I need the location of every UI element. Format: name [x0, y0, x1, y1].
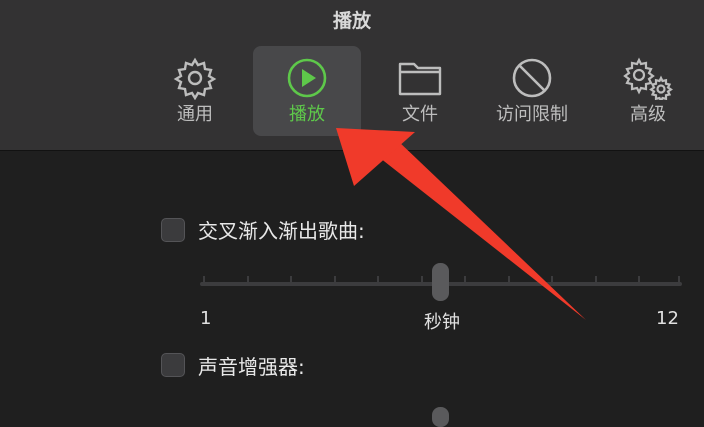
folder-icon [397, 56, 443, 104]
tab-general[interactable]: 通用 [155, 46, 235, 136]
tab-restrictions-label: 访问限制 [496, 104, 568, 125]
tab-files-label: 文件 [402, 104, 438, 125]
tab-playback-label: 播放 [289, 104, 325, 125]
slider-tick [334, 276, 336, 285]
crossfade-label: 交叉渐入渐出歌曲: [198, 219, 365, 243]
slider-tick [464, 276, 466, 285]
gear-icon [173, 56, 217, 104]
prohibited-icon [510, 56, 554, 104]
playback-settings-panel: 交叉渐入渐出歌曲: 1 秒钟 12 声音增强器: [0, 151, 704, 427]
slider-tick [638, 276, 640, 285]
slider-tick [290, 276, 292, 285]
slider-min-label: 1 [200, 308, 212, 329]
tab-general-label: 通用 [177, 104, 213, 125]
tab-playback[interactable]: 播放 [253, 46, 361, 136]
slider-tick [203, 276, 205, 285]
tab-files[interactable]: 文件 [380, 46, 460, 136]
slider-tick [421, 276, 423, 285]
slider-tick [247, 276, 249, 285]
slider-tick [377, 276, 379, 285]
play-circle-icon [285, 56, 329, 104]
slider-unit-label: 秒钟 [424, 312, 460, 333]
sound-enhancer-slider-thumb[interactable] [432, 407, 449, 427]
sound-enhancer-checkbox[interactable] [161, 353, 185, 377]
slider-max-label: 12 [656, 308, 679, 329]
tab-advanced-label: 高级 [630, 104, 666, 125]
window-title: 播放 [332, 10, 371, 32]
sound-enhancer-label: 声音增强器: [198, 355, 305, 379]
slider-tick [551, 276, 553, 285]
gears-icon [621, 56, 675, 104]
tab-restrictions[interactable]: 访问限制 [482, 46, 582, 136]
slider-tick [508, 276, 510, 285]
slider-tick [678, 276, 680, 285]
crossfade-checkbox[interactable] [161, 218, 185, 242]
tab-advanced[interactable]: 高级 [606, 46, 690, 136]
crossfade-slider-thumb[interactable] [432, 263, 449, 301]
slider-tick [595, 276, 597, 285]
preferences-toolbar: 播放 通用 播放 文件 访问限制 高级 [0, 0, 704, 151]
